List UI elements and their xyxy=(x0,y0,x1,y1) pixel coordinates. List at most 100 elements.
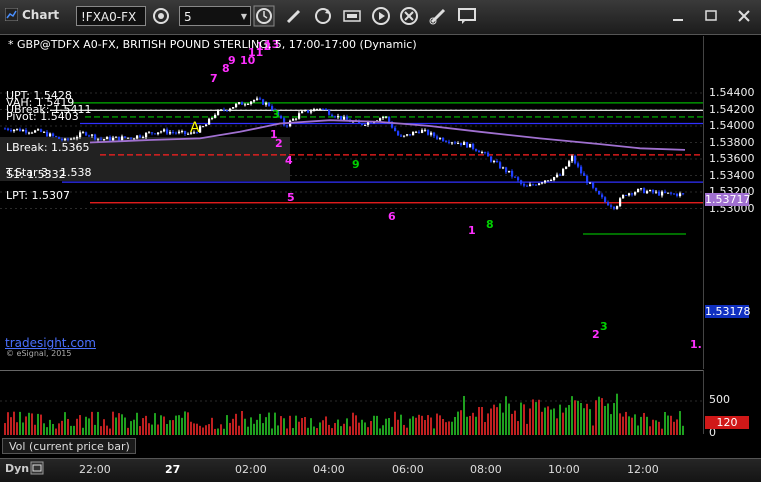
candle-body xyxy=(88,135,91,137)
volume-bar xyxy=(367,427,369,435)
volume-bar xyxy=(460,410,462,435)
close-circle-icon[interactable] xyxy=(398,5,420,27)
volume-bar xyxy=(253,423,255,435)
volume-bar xyxy=(64,412,66,435)
volume-bar xyxy=(631,417,633,435)
volume-bar xyxy=(397,419,399,435)
chart-header: * GBP@TDFX A0-FX, BRITISH POUND STERLING… xyxy=(8,38,417,51)
candle-body xyxy=(418,131,421,133)
setup-count-label: 6 xyxy=(388,210,396,223)
candle-body xyxy=(532,184,535,186)
volume-bar xyxy=(601,398,603,435)
volume-bar xyxy=(16,422,18,435)
candle-body xyxy=(220,109,223,111)
volume-bar xyxy=(340,426,342,435)
volume-bar xyxy=(379,428,381,435)
candle-body xyxy=(106,136,109,140)
volume-bar xyxy=(541,411,543,435)
volume-bar xyxy=(577,400,579,435)
setup-count-label: 3 xyxy=(600,320,608,333)
candle-body xyxy=(19,128,22,132)
candle-body xyxy=(316,108,319,110)
volume-bar xyxy=(490,408,492,435)
setup-count-label: 4 xyxy=(285,154,293,167)
toolbar-icon[interactable] xyxy=(341,5,363,27)
volume-bar xyxy=(355,415,357,435)
volume-bar xyxy=(586,403,588,435)
ma-value-box: 1.53717 xyxy=(705,193,751,206)
candle-body xyxy=(250,101,253,104)
link-icon[interactable] xyxy=(427,5,449,27)
volume-bar xyxy=(274,412,276,435)
volume-bar xyxy=(472,412,474,435)
volume-bar xyxy=(214,428,216,435)
volume-bar xyxy=(667,415,669,435)
candle-body xyxy=(10,130,13,132)
volume-bar xyxy=(259,413,261,435)
play-icon[interactable] xyxy=(370,5,392,27)
scale-icon[interactable] xyxy=(30,461,44,475)
candle-body xyxy=(484,152,487,154)
volume-bar xyxy=(175,415,177,435)
volume-bar xyxy=(28,412,30,435)
minimize-icon[interactable] xyxy=(667,6,689,26)
volume-bar xyxy=(235,413,237,435)
window-title: Chart xyxy=(22,8,60,22)
volume-bar xyxy=(292,428,294,435)
maximize-icon[interactable] xyxy=(700,6,722,26)
symbol-input[interactable]: !FXA0-FX xyxy=(76,6,146,26)
volume-bar xyxy=(199,425,201,435)
candle-body xyxy=(676,193,679,196)
volume-bar xyxy=(664,411,666,435)
volume-bar xyxy=(655,420,657,435)
candle-body xyxy=(544,180,547,183)
volume-bar xyxy=(433,428,435,435)
pencil-draw-icon[interactable] xyxy=(283,5,305,27)
volume-bar xyxy=(268,412,270,435)
volume-bar xyxy=(337,419,339,435)
price-tick-label: 1.53800 xyxy=(709,135,755,149)
esignal-copyright: © eSignal, 2015 xyxy=(6,349,72,358)
candle-body xyxy=(298,113,301,119)
refresh-icon[interactable] xyxy=(312,5,334,27)
volume-chart[interactable] xyxy=(0,370,703,435)
candle-body xyxy=(655,191,658,193)
volume-bar xyxy=(133,419,135,435)
candle-body xyxy=(553,177,556,180)
price-tick-label: 1.54200 xyxy=(709,102,755,116)
volume-bar xyxy=(634,414,636,435)
volume-bar xyxy=(211,417,213,435)
volume-bar xyxy=(271,428,273,435)
candle-body xyxy=(157,132,160,135)
volume-bar xyxy=(499,403,501,435)
volume-bar xyxy=(568,405,570,435)
candle-body xyxy=(244,104,247,106)
interval-select[interactable]: 5 ▼ xyxy=(179,6,251,26)
candle-body xyxy=(343,116,346,120)
candle-body xyxy=(478,150,481,153)
volume-bar xyxy=(127,427,129,435)
volume-bar xyxy=(649,426,651,435)
price-chart[interactable]: 789 10111213123456912381. xyxy=(0,36,703,369)
volume-bar xyxy=(583,408,585,435)
candle-body xyxy=(502,167,505,169)
dyn-mode-label[interactable]: Dyn xyxy=(5,462,29,475)
volume-study-label[interactable]: Vol (current price bar) xyxy=(2,438,136,454)
clock-icon[interactable] xyxy=(253,5,275,27)
volume-bar xyxy=(427,415,429,435)
candle-body xyxy=(580,166,583,174)
volume-bar xyxy=(400,414,402,435)
candle-body xyxy=(412,131,415,136)
tstar-label: T.Star 3: xyxy=(6,166,52,179)
volume-bar xyxy=(250,417,252,435)
candle-body xyxy=(91,134,94,136)
candle-body xyxy=(595,187,598,191)
volume-bar xyxy=(169,420,171,435)
price-tick-label: 1.54400 xyxy=(709,86,755,99)
settings-gear-icon[interactable] xyxy=(150,5,172,27)
chat-icon[interactable] xyxy=(456,5,478,27)
time-tick-label: 27 xyxy=(165,463,181,476)
candle-body xyxy=(520,180,523,184)
volume-bar xyxy=(511,413,513,435)
close-icon[interactable] xyxy=(733,6,755,26)
